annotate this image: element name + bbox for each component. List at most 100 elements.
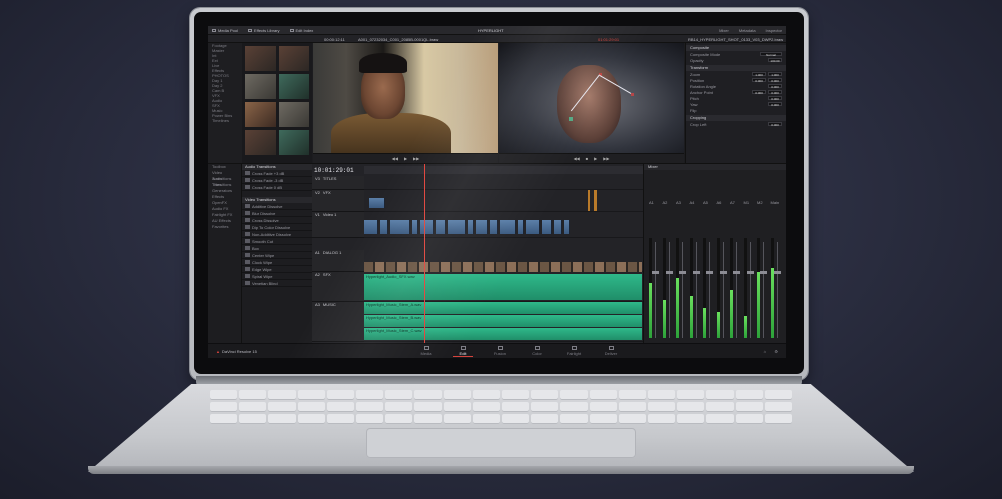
video-clip[interactable] (518, 220, 524, 234)
timeline-ruler[interactable] (364, 166, 643, 174)
value-field-x[interactable]: 1.000 (752, 72, 766, 77)
fader-track (776, 242, 778, 338)
value-field-y[interactable]: 0.000 (768, 90, 782, 95)
video-clip[interactable] (412, 220, 418, 234)
fader-knob[interactable] (773, 271, 781, 274)
track-header[interactable]: V1 Video 1 (312, 212, 364, 238)
video-clip[interactable] (476, 220, 488, 234)
audio-clip[interactable]: Hyperlight_Music_Stem_A.wav (364, 302, 642, 314)
value-field-x[interactable]: 0.000 (768, 102, 782, 107)
tab-edit-index[interactable]: Edit Index (289, 28, 313, 33)
tracker-point[interactable] (631, 93, 634, 96)
fader-knob[interactable] (746, 271, 754, 274)
tab-inspector[interactable]: Inspector (766, 28, 782, 33)
clip-thumbnail[interactable] (245, 46, 276, 71)
video-clip[interactable] (526, 220, 540, 234)
fader-knob[interactable] (665, 271, 673, 274)
fader-knob[interactable] (679, 271, 686, 274)
clip-thumbnail[interactable] (245, 102, 276, 127)
track-header[interactable]: V3 TITLES (312, 176, 364, 190)
prev-frame-icon[interactable]: ◀◀ (392, 156, 398, 161)
page-tab-edit[interactable]: Edit (453, 346, 473, 357)
value-field-y[interactable]: 0.000 (768, 78, 782, 83)
clip-thumbnail[interactable] (245, 130, 276, 155)
effects-tree-item[interactable]: Favorites (208, 224, 241, 230)
tab-media-pool[interactable]: Media Pool (212, 28, 238, 33)
settings-gear-icon[interactable]: ⚙ (774, 349, 778, 354)
fader-knob[interactable] (692, 271, 700, 274)
bin-item[interactable]: Timelines (208, 118, 242, 123)
next-frame-icon[interactable]: ▶▶ (413, 156, 419, 161)
play-icon[interactable]: ▶ (404, 156, 407, 161)
fader-knob[interactable] (706, 271, 713, 274)
track-header[interactable]: A1 DIALOG 1 (312, 250, 364, 272)
trackpad[interactable] (366, 428, 636, 458)
stop-icon[interactable]: ■ (586, 156, 588, 161)
effect-item[interactable]: Venetian Blind (242, 280, 312, 287)
opacity-field[interactable]: 100.00 (768, 58, 782, 63)
tab-mixer[interactable]: Mixer (719, 28, 729, 33)
tab-effects-library[interactable]: Effects Library (248, 28, 280, 33)
page-tab-color[interactable]: Color (527, 346, 547, 357)
vfx-clip[interactable] (594, 190, 597, 211)
value-field-x[interactable]: 0.000 (768, 84, 782, 89)
clip-thumbnail[interactable] (245, 74, 276, 99)
video-clip[interactable] (436, 220, 446, 234)
fader-knob[interactable] (760, 271, 767, 274)
fader-knob[interactable] (652, 271, 659, 274)
video-clip[interactable] (380, 220, 388, 234)
effect-item[interactable]: Cross Fade 0 dB (242, 184, 312, 191)
source-viewer[interactable] (313, 43, 498, 153)
effect-label: Cross Fade +3 dB (252, 170, 285, 176)
keyboard-key (443, 402, 471, 412)
page-tab-fairlight[interactable]: Fairlight (564, 346, 584, 357)
video-clip[interactable] (420, 220, 434, 234)
audio-clip[interactable]: Hyperlight_Music_Stem_C.wav (364, 328, 642, 340)
video-clip[interactable] (542, 220, 552, 234)
video-clip[interactable] (564, 220, 570, 234)
timeline-viewer[interactable] (499, 43, 684, 153)
page-tab-deliver[interactable]: Deliver (601, 346, 621, 357)
clip-thumbnail[interactable] (278, 46, 309, 71)
level-meter (703, 238, 706, 338)
tracker-point[interactable] (569, 117, 573, 121)
next-frame-icon[interactable]: ▶▶ (603, 156, 609, 161)
track-header[interactable]: A3 MUSIC (312, 302, 364, 342)
tab-metadata[interactable]: Metadata (739, 28, 756, 33)
track-header[interactable]: V2 VFX (312, 190, 364, 212)
video-clip[interactable] (468, 220, 474, 234)
value-field-y[interactable]: 1.000 (768, 72, 782, 77)
vfx-clip[interactable] (369, 198, 385, 208)
clip-thumbnail[interactable] (278, 102, 309, 127)
audio-clip[interactable]: Hyperlight_Audio_SFX.wav (364, 274, 642, 300)
composite-mode-select[interactable]: Normal (760, 52, 782, 57)
track-lane (364, 176, 643, 190)
video-clip[interactable] (500, 220, 516, 234)
video-clip[interactable] (554, 220, 562, 234)
audio-clip[interactable]: Hyperlight_Music_Stem_B.wav (364, 315, 642, 327)
video-clip[interactable] (390, 220, 410, 234)
fader-knob[interactable] (733, 271, 740, 274)
value-field-x[interactable]: 0.000 (752, 90, 766, 95)
prev-frame-icon[interactable]: ◀◀ (574, 156, 580, 161)
play-icon[interactable]: ▶ (594, 156, 597, 161)
crop-left-field[interactable]: 0.000 (768, 122, 782, 127)
playhead[interactable] (424, 164, 425, 344)
keyboard-key (589, 390, 617, 400)
page-tab-fusion[interactable]: Fusion (490, 346, 510, 357)
video-clip[interactable] (490, 220, 498, 234)
clip-thumbnail[interactable] (278, 130, 309, 155)
video-clip[interactable] (448, 220, 466, 234)
track-header[interactable]: A2 SFX (312, 272, 364, 302)
fader-knob[interactable] (719, 271, 727, 274)
page-tab-media[interactable]: Media (416, 346, 436, 357)
home-icon[interactable]: ⌂ (764, 349, 766, 354)
clip-thumbnail[interactable] (278, 74, 309, 99)
video-clip-thumbnails[interactable] (364, 262, 642, 272)
video-clip[interactable] (364, 220, 378, 234)
index-icon (289, 28, 294, 32)
value-field-x[interactable]: 0.000 (768, 96, 782, 101)
vfx-clip[interactable] (588, 190, 590, 211)
keyboard-key (677, 402, 705, 412)
value-field-x[interactable]: 0.000 (752, 78, 766, 83)
